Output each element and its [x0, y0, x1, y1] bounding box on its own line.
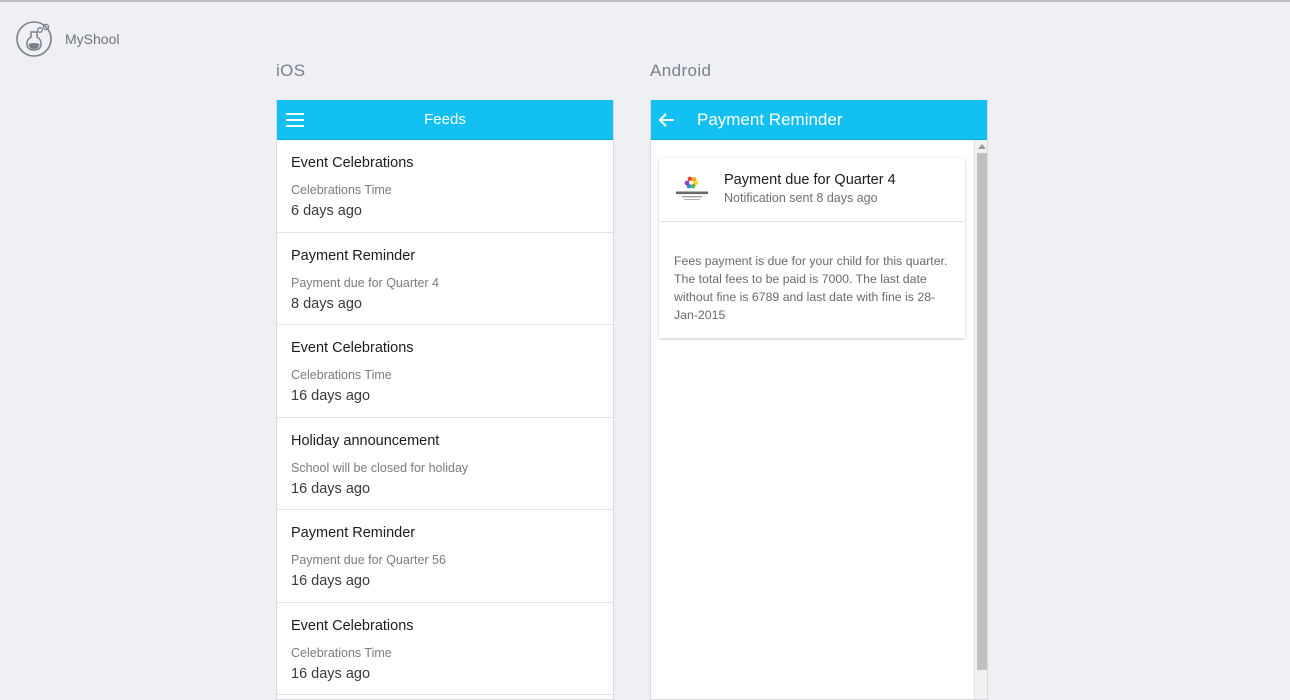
- notification-card[interactable]: Payment due for Quarter 4 Notification s…: [659, 158, 965, 338]
- feed-subtitle: Payment due for Quarter 4: [291, 275, 439, 290]
- scrollbar[interactable]: [974, 140, 987, 699]
- top-divider: [0, 0, 1290, 2]
- flask-logo-icon: [16, 21, 52, 57]
- feed-item[interactable]: Payment Reminder Payment due for Quarter…: [277, 510, 613, 603]
- feed-title: Payment Reminder: [291, 247, 416, 264]
- ios-column-title: iOS: [276, 61, 306, 80]
- feed-time: 8 days ago: [291, 295, 362, 312]
- feed-time: 16 days ago: [291, 480, 371, 497]
- arrow-left-icon[interactable]: [657, 111, 675, 129]
- card-message: Fees payment is due for your child for t…: [674, 254, 948, 322]
- feed-item[interactable]: Payment Reminder Payment due for Quarter…: [277, 233, 613, 325]
- feed-item[interactable]: Event Celebrations Celebrations Time 16 …: [277, 603, 613, 695]
- feed-time: 16 days ago: [291, 388, 371, 404]
- feed-time: 16 days ago: [291, 665, 371, 682]
- android-app-bar: Payment Reminder: [651, 100, 987, 140]
- scrollbar-thumb[interactable]: [977, 153, 987, 670]
- feed-subtitle: Payment due for Quarter 56: [291, 553, 446, 567]
- feed-title: Payment Reminder: [291, 525, 416, 541]
- feed-title: Event Celebrations: [291, 340, 414, 356]
- card-header: Payment due for Quarter 4 Notification s…: [659, 158, 965, 222]
- scroll-up-arrow-icon[interactable]: [978, 144, 986, 149]
- card-subtitle: Notification sent 8 days ago: [724, 191, 878, 205]
- android-content: Payment due for Quarter 4 Notification s…: [651, 140, 974, 699]
- android-bar-title: Payment Reminder: [697, 109, 843, 129]
- ios-bar-title: Feeds: [424, 111, 466, 128]
- feed-subtitle: School will be closed for holiday: [291, 460, 469, 475]
- feed-subtitle: Celebrations Time: [291, 645, 392, 660]
- brand[interactable]: MyShool: [16, 21, 119, 57]
- feed-list: Event Celebrations Celebrations Time 6 d…: [277, 140, 613, 695]
- hamburger-menu-icon[interactable]: [286, 111, 304, 129]
- feed-subtitle: Celebrations Time: [291, 368, 392, 382]
- ios-nav-bar: Feeds: [277, 100, 613, 140]
- feed-time: 16 days ago: [291, 573, 371, 589]
- feed-item[interactable]: Event Celebrations Celebrations Time 16 …: [277, 325, 613, 418]
- school-logo-icon: [676, 176, 708, 200]
- android-preview: Payment Reminder Payment due for Quarter…: [650, 100, 988, 700]
- feed-time: 6 days ago: [291, 203, 362, 219]
- feed-title: Event Celebrations: [291, 617, 414, 634]
- feed-subtitle: Celebrations Time: [291, 183, 392, 197]
- app-name: MyShool: [65, 31, 120, 47]
- android-column-title: Android: [650, 61, 712, 80]
- feed-item[interactable]: Event Celebrations Celebrations Time 6 d…: [277, 140, 613, 233]
- card-title: Payment due for Quarter 4: [724, 172, 896, 188]
- feed-item[interactable]: Holiday announcement School will be clos…: [277, 418, 613, 510]
- feed-title: Holiday announcement: [291, 432, 440, 449]
- feed-title: Event Celebrations: [291, 155, 414, 171]
- ios-preview: Feeds Event Celebrations Celebrations Ti…: [276, 100, 614, 700]
